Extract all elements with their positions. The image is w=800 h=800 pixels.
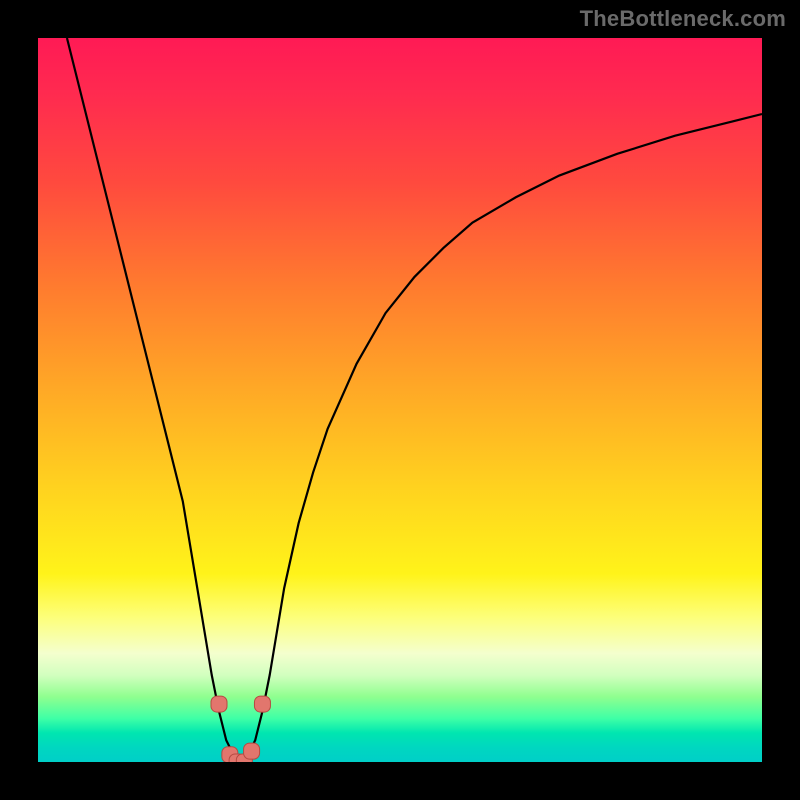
marker-0 xyxy=(211,696,227,712)
marker-4 xyxy=(244,743,260,759)
markers-group xyxy=(211,696,270,762)
watermark-text: TheBottleneck.com xyxy=(580,6,786,32)
chart-svg xyxy=(38,38,762,762)
bottleneck-curve xyxy=(67,38,762,762)
chart-frame: TheBottleneck.com xyxy=(0,0,800,800)
plot-area xyxy=(38,38,762,762)
marker-5 xyxy=(254,696,270,712)
